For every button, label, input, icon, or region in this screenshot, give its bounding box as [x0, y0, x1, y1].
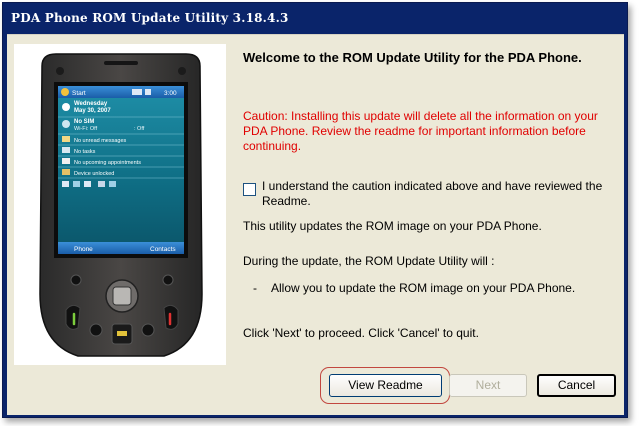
phone-wifi-status: Wi-Fi: Off	[74, 126, 98, 132]
cancel-button[interactable]: Cancel	[537, 374, 616, 397]
phone-status-time: 3:00	[164, 90, 177, 97]
proceed-instructions: Click 'Next' to proceed. Click 'Cancel' …	[243, 326, 479, 340]
phone-messages: No unread messages	[74, 138, 127, 144]
phone-status-start: Start	[72, 90, 86, 97]
phone-appointments: No upcoming appointments	[74, 160, 141, 166]
phone-device-lock: Device unlocked	[74, 171, 114, 177]
welcome-heading: Welcome to the ROM Update Utility for th…	[243, 50, 582, 65]
pda-phone-image: Start 3:00 Wednesday May 30, 2007 No SIM…	[14, 44, 226, 365]
phone-date-full: May 30, 2007	[74, 108, 111, 114]
dialog-body: Start 3:00 Wednesday May 30, 2007 No SIM…	[7, 34, 624, 415]
phone-tasks: No tasks	[74, 149, 96, 155]
phone-date-day: Wednesday	[74, 101, 108, 107]
agree-checkbox[interactable]	[243, 183, 256, 196]
during-update-text: During the update, the ROM Update Utilit…	[243, 254, 495, 268]
next-button[interactable]: Next	[449, 374, 527, 397]
phone-softkey-left: Phone	[74, 246, 93, 253]
view-readme-button[interactable]: View Readme	[329, 374, 442, 397]
bullet-item: Allow you to update the ROM image on you…	[271, 281, 576, 295]
phone-sim-status: No SIM	[74, 119, 94, 125]
caution-text: Caution: Installing this update will del…	[243, 109, 598, 153]
utility-description: This utility updates the ROM image on yo…	[243, 219, 542, 233]
update-utility-window: PDA Phone ROM Update Utility 3.18.4.3 St…	[2, 2, 628, 418]
bullet-dash: -	[253, 281, 257, 295]
pda-phone-illustration: Start 3:00 Wednesday May 30, 2007 No SIM…	[39, 53, 203, 357]
phone-softkey-right: Contacts	[150, 246, 176, 253]
phone-bt-status: : Off	[134, 126, 145, 132]
title-bar[interactable]: PDA Phone ROM Update Utility 3.18.4.3	[3, 3, 627, 33]
window-title: PDA Phone ROM Update Utility 3.18.4.3	[11, 11, 289, 25]
agree-checkbox-label[interactable]: I understand the caution indicated above…	[262, 179, 612, 209]
